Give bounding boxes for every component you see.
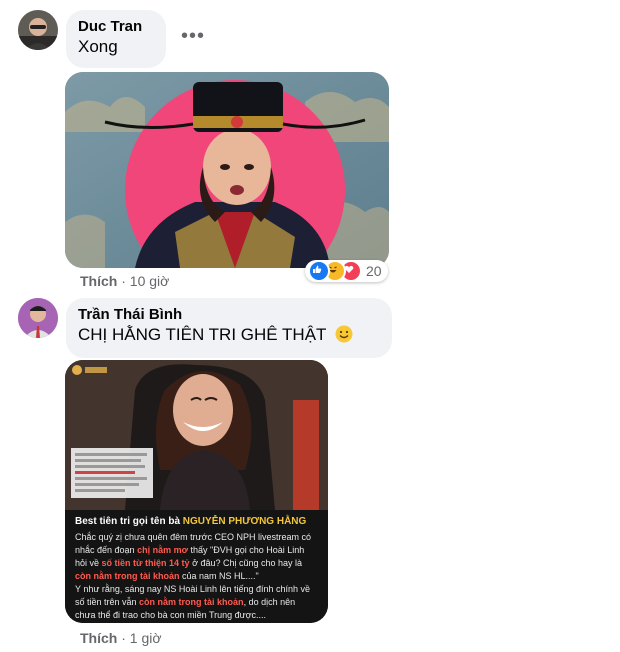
comment-meta-2: Thích · 1 giờ bbox=[80, 630, 162, 646]
article-body: Chắc quý zị chưa quên đêm trước CEO NPH … bbox=[75, 532, 312, 620]
article-headline: Best tiên tri gọi tên bà NGUYỄN PHƯƠNG H… bbox=[75, 516, 307, 527]
comment-author[interactable]: Trần Thái Bình bbox=[78, 306, 380, 323]
timestamp[interactable]: 10 giờ bbox=[130, 273, 170, 289]
like-button[interactable]: Thích bbox=[80, 630, 117, 646]
comment-bubble-1: Duc Tran Xong bbox=[66, 10, 166, 68]
comment-bubble-2: Trần Thái Bình CHỊ HẰNG TIÊN TRI GHÊ THẬ… bbox=[66, 298, 392, 358]
comment-text: Xong bbox=[78, 37, 118, 56]
like-button[interactable]: Thích bbox=[80, 273, 117, 289]
reaction-count: 20 bbox=[366, 263, 382, 279]
more-horizontal-icon[interactable]: ••• bbox=[181, 25, 205, 48]
comment-meta-1: Thích · 10 giờ bbox=[80, 273, 169, 289]
comment-image-1[interactable] bbox=[65, 72, 389, 268]
article-caption: Best tiên tri gọi tên bà NGUYỄN PHƯƠNG H… bbox=[65, 510, 328, 623]
like-icon bbox=[308, 260, 330, 282]
comment-text: CHỊ HẰNG TIÊN TRI GHÊ THẬT bbox=[78, 325, 327, 344]
separator-dot: · bbox=[121, 273, 130, 289]
comment-image-2[interactable]: Best tiên tri gọi tên bà NGUYỄN PHƯƠNG H… bbox=[65, 360, 328, 623]
reactions-summary[interactable]: 20 bbox=[305, 260, 388, 282]
separator-dot: · bbox=[121, 630, 130, 646]
comment-author[interactable]: Duc Tran bbox=[78, 18, 154, 35]
smile-emoji-icon bbox=[335, 325, 353, 348]
comment-text-row: CHỊ HẰNG TIÊN TRI GHÊ THẬT bbox=[78, 325, 380, 348]
timestamp[interactable]: 1 giờ bbox=[130, 630, 162, 646]
avatar-duc-tran[interactable] bbox=[18, 10, 58, 50]
avatar-tran-thai-binh[interactable] bbox=[18, 298, 58, 338]
